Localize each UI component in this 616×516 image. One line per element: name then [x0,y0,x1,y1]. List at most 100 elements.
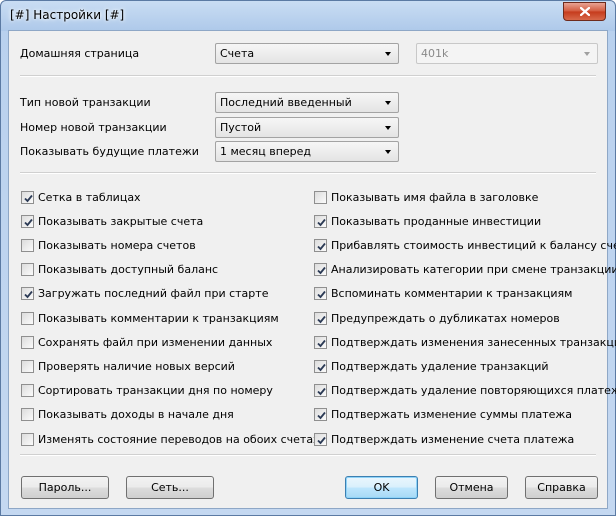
check-icon [317,218,326,227]
option-label: Сортировать транзакции дня по номеру [38,384,273,398]
option-checkbox[interactable]: Изменять состояние переводов на обоих сч… [21,431,320,447]
new-tx-type-label: Тип новой транзакции [20,96,151,109]
separator [20,172,596,174]
home-page-account-select: 401k [416,43,598,64]
option-checkbox[interactable]: Показывать комментарии к транзакциям [21,310,279,326]
checkbox-box[interactable] [314,263,327,277]
option-checkbox[interactable]: Сортировать транзакции дня по номеру [21,383,273,399]
checkbox-box[interactable] [21,432,34,446]
new-tx-number-select[interactable]: Пустой [215,117,399,138]
checkbox-box[interactable] [314,432,327,446]
home-page-account-value: 401k [421,47,449,60]
option-checkbox[interactable]: Подтверждать удаление повторяющихся плат… [314,383,616,399]
option-label: Подтверждать удаление транзакций [331,359,549,373]
network-button[interactable]: Сеть... [126,476,214,499]
password-button[interactable]: Пароль... [21,476,109,499]
checkbox-box[interactable] [314,384,327,398]
option-checkbox[interactable]: Показывать закрытые счета [21,213,203,229]
checkbox-box[interactable] [314,408,327,422]
checkbox-box[interactable] [21,335,34,349]
option-checkbox[interactable]: Подтвержать изменение суммы платежа [314,407,572,423]
option-checkbox[interactable]: Проверять наличие новых версий [21,358,235,374]
home-page-label: Домашняя страница [20,47,140,60]
cancel-button[interactable]: Отмена [435,476,508,499]
help-button[interactable]: Справка [525,476,598,499]
future-payments-label: Показывать будущие платежи [20,145,199,158]
check-icon [24,194,33,202]
check-icon [24,218,33,227]
checkbox-box[interactable] [21,263,34,277]
option-label: Показывать имя файла в заголовке [331,190,539,204]
new-tx-number-value: Пустой [220,121,262,134]
checkbox-box[interactable] [314,311,327,325]
settings-panel: Домашняя страница Счета 401k Тип новой т… [8,30,616,509]
new-tx-type-select[interactable]: Последний введенный [215,92,399,113]
check-icon [317,267,326,275]
checkbox-box[interactable] [21,408,34,422]
option-label: Анализировать категории при смене транза… [331,263,616,277]
option-checkbox[interactable]: Предупреждать о дубликатах номеров [314,310,560,326]
option-checkbox[interactable]: Прибавлять стоимость инвестиций к баланс… [314,237,616,253]
home-page-select[interactable]: Счета [215,43,399,64]
option-checkbox[interactable]: Загружать последний файл при старте [21,286,268,302]
option-label: Показывать доходы в начале дня [38,408,234,422]
option-label: Показывать закрытые счета [38,214,204,228]
checkbox-box[interactable] [314,214,327,228]
checkbox-box[interactable] [314,335,327,349]
checkbox-box[interactable] [21,384,34,398]
option-label: Сетка в таблицах [38,190,141,204]
checkbox-box[interactable] [314,238,327,252]
option-label: Подтвержать изменение суммы платежа [331,408,573,422]
ok-button[interactable]: OK [345,476,418,499]
option-label: Показывать доступный баланс [38,263,219,277]
option-label: Показывать комментарии к транзакциям [38,311,279,325]
option-checkbox[interactable]: Показывать имя файла в заголовке [314,189,538,205]
option-label: Показывать проданные инвестиции [331,214,542,228]
option-checkbox[interactable]: Вспоминать комментарии к транзакциям [314,286,572,302]
option-checkbox[interactable]: Подтверждать изменения занесенных транза… [314,334,616,350]
title-bar[interactable]: [#] Настройки [#] [1,1,615,31]
option-checkbox[interactable]: Подтверждать изменение счета платежа [314,431,574,447]
check-icon [24,291,33,299]
settings-window: [#] Настройки [#] Домашняя страница Счет… [0,0,616,516]
checkbox-box[interactable] [314,359,327,373]
window-title: [#] Настройки [#] [10,8,125,22]
chevron-down-icon [385,126,391,130]
option-checkbox[interactable]: Сетка в таблицах [21,189,141,205]
check-icon [317,339,326,348]
checkbox-box[interactable] [314,287,327,301]
checkbox-box[interactable] [21,311,34,325]
checkbox-box[interactable] [21,359,34,373]
separator [20,75,596,77]
option-label: Подтверждать удаление повторяющихся плат… [331,384,616,398]
option-checkbox[interactable]: Подтверждать удаление транзакций [314,358,549,374]
option-label: Показывать номера счетов [38,238,196,252]
checkbox-box[interactable] [21,238,34,252]
option-checkbox[interactable]: Показывать проданные инвестиции [314,213,541,229]
option-checkbox[interactable]: Сохранять файл при изменении данных [21,334,272,350]
close-button[interactable] [563,2,606,21]
option-checkbox[interactable]: Показывать номера счетов [21,237,196,253]
option-label: Прибавлять стоимость инвестиций к баланс… [331,238,616,252]
check-icon [317,291,326,299]
checkbox-box[interactable] [21,214,34,228]
chevron-down-icon [584,52,590,56]
checkbox-box[interactable] [21,190,34,204]
option-checkbox[interactable]: Показывать доступный баланс [21,262,218,278]
option-checkbox[interactable]: Показывать доходы в начале дня [21,407,234,423]
chevron-down-icon [385,150,391,154]
new-tx-number-label: Номер новой транзакции [20,121,167,134]
option-checkbox[interactable]: Анализировать категории при смене транза… [314,262,616,278]
close-icon [579,7,590,16]
chevron-down-icon [385,101,391,105]
new-tx-type-value: Последний введенный [220,96,352,109]
checkbox-box[interactable] [21,287,34,301]
check-icon [317,242,326,251]
checkbox-box[interactable] [314,190,327,204]
future-payments-select[interactable]: 1 месяц вперед [215,141,399,162]
option-label: Предупреждать о дубликатах номеров [331,311,560,325]
option-label: Проверять наличие новых версий [38,359,235,373]
option-label: Вспоминать комментарии к транзакциям [331,287,573,301]
option-label: Загружать последний файл при старте [38,287,269,301]
home-page-value: Счета [220,47,255,60]
